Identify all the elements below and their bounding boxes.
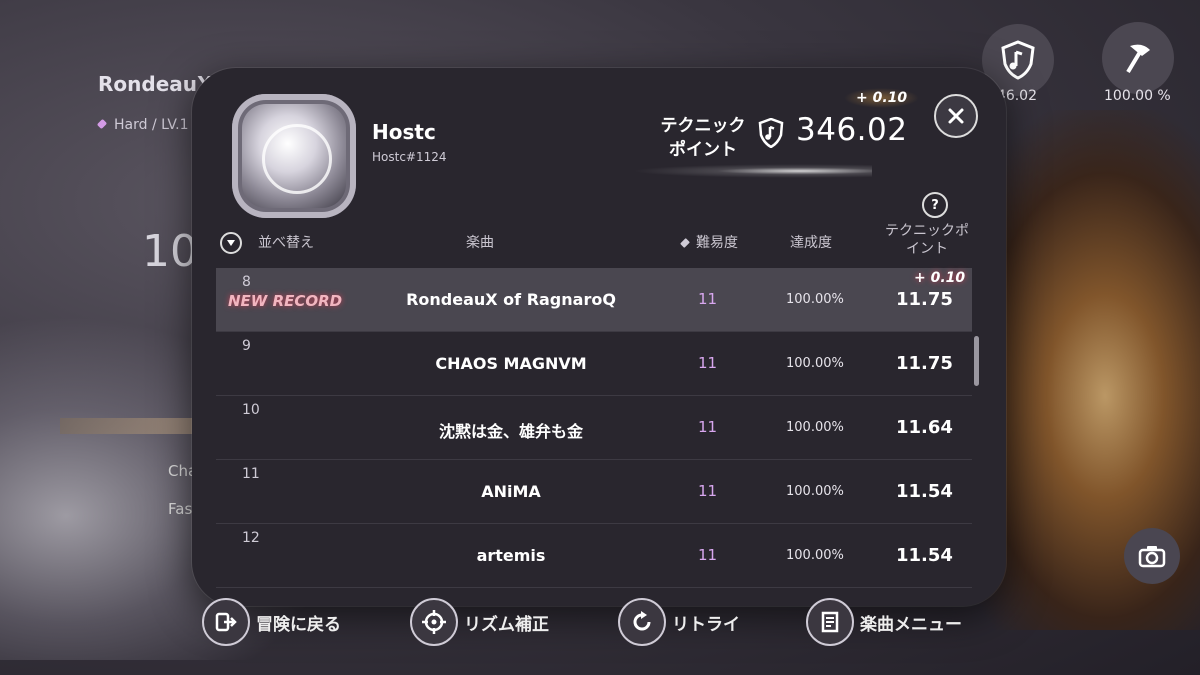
row-difficulty: 11 (698, 354, 718, 372)
background-big-number: 10 (142, 226, 198, 277)
help-button[interactable]: ? (922, 192, 948, 218)
header-technic-point: テクニックポ イント (872, 222, 982, 258)
music-shield-icon (758, 118, 784, 148)
retry-button[interactable]: リトライ (618, 598, 740, 646)
technic-point-glow (632, 164, 872, 178)
header-difficulty-label: 難易度 (696, 235, 738, 251)
background-difficulty: Hard / LV.1 (96, 117, 189, 133)
row-technic-point: 11.64 (896, 417, 953, 438)
table-row[interactable]: 9 CHAOS MAGNVM 11 100.00% 11.75 (216, 332, 972, 396)
rhythm-calibration-label: リズム補正 (464, 614, 549, 635)
header-achievement: 達成度 (790, 235, 832, 251)
row-song: ANiMA (481, 482, 541, 501)
close-icon (948, 108, 964, 124)
background-bar (60, 418, 210, 434)
question-icon: ? (931, 197, 939, 213)
row-rank: 9 (242, 338, 251, 354)
row-rank: 10 (242, 402, 260, 418)
retry-icon (618, 598, 666, 646)
technic-point-label: テクニック ポイント (650, 114, 756, 162)
ranking-list[interactable]: 8 NEW RECORD RondeauX of RagnaroQ 11 100… (216, 268, 972, 588)
camera-button[interactable] (1124, 528, 1180, 584)
new-record-badge: NEW RECORD (228, 292, 343, 310)
achievement-badge[interactable] (1102, 22, 1174, 94)
row-rank: 12 (242, 530, 260, 546)
avatar-emblem (262, 124, 332, 194)
sort-toggle-button[interactable] (220, 232, 242, 254)
camera-icon (1138, 546, 1166, 568)
song-menu-label: 楽曲メニュー (860, 614, 962, 635)
row-rank: 8 (242, 274, 251, 290)
table-row[interactable]: 8 NEW RECORD RondeauX of RagnaroQ 11 100… (216, 268, 972, 332)
row-achievement: 100.00% (786, 420, 844, 435)
difficulty-gem-icon (680, 238, 690, 248)
table-row[interactable]: 11 ANiMA 11 100.00% 11.54 (216, 460, 972, 524)
table-header: 並べ替え 楽曲 難易度 達成度 テクニックポ イント (216, 218, 986, 262)
row-achievement: 100.00% (786, 548, 844, 563)
list-scrollbar[interactable] (974, 336, 979, 386)
row-difficulty: 11 (698, 290, 718, 308)
scroll-icon (806, 598, 854, 646)
header-technic-point-line1: テクニックポ (885, 223, 969, 239)
close-button[interactable] (934, 94, 978, 138)
row-song: artemis (476, 546, 546, 565)
row-difficulty: 11 (698, 418, 718, 436)
difficulty-gem-icon (96, 118, 108, 130)
row-technic-point: 11.54 (896, 481, 953, 502)
achievement-badge-label: 100.00 % (1104, 88, 1171, 104)
header-song: 楽曲 (466, 235, 494, 251)
row-achievement: 100.00% (786, 484, 844, 499)
header-technic-point-line2: イント (906, 241, 948, 257)
chevron-down-icon (227, 240, 235, 246)
background-label-fas: Fas (168, 500, 193, 518)
back-to-adventure-label: 冒険に戻る (256, 614, 341, 635)
row-achievement: 100.00% (786, 356, 844, 371)
row-technic-point: 11.54 (896, 545, 953, 566)
row-difficulty: 11 (698, 482, 718, 500)
rhythm-calibration-button[interactable]: リズム補正 (410, 598, 549, 646)
sort-label[interactable]: 並べ替え (258, 232, 314, 252)
row-technic-point: 11.75 (896, 353, 953, 374)
exit-icon (202, 598, 250, 646)
player-id: Hostc#1124 (372, 150, 447, 164)
row-song: RondeauX of RagnaroQ (406, 290, 616, 309)
row-achievement: 100.00% (786, 292, 844, 307)
background-difficulty-text: Hard / LV.1 (114, 117, 189, 133)
technic-point-label-line2: ポイント (669, 140, 737, 160)
header-difficulty: 難易度 (680, 232, 738, 252)
table-row[interactable]: 12 artemis 11 100.00% 11.54 (216, 524, 972, 588)
song-menu-button[interactable]: 楽曲メニュー (806, 598, 962, 646)
technic-point-label-line1: テクニック (660, 116, 746, 136)
row-tp-delta: + 0.10 (914, 270, 966, 286)
row-song: CHAOS MAGNVM (435, 354, 587, 373)
row-difficulty: 11 (698, 546, 718, 564)
row-technic-point: 11.75 (896, 289, 953, 310)
table-row[interactable]: 10 沈黙は金、雄弁も金 11 100.00% 11.64 (216, 396, 972, 460)
technic-point-delta: + 0.10 (844, 88, 920, 108)
player-name: Hostc (372, 120, 436, 144)
music-shield-icon (1001, 40, 1035, 80)
back-to-adventure-button[interactable]: 冒険に戻る (202, 598, 341, 646)
player-avatar (232, 94, 356, 218)
target-icon (410, 598, 458, 646)
row-song: 沈黙は金、雄弁も金 (438, 422, 583, 441)
retry-label: リトライ (672, 614, 740, 635)
technic-point-modal: Hostc Hostc#1124 + 0.10 テクニック ポイント 346.0… (192, 68, 1006, 606)
axe-icon (1126, 44, 1150, 74)
technic-point-value: 346.02 (796, 112, 908, 148)
row-rank: 11 (242, 466, 260, 482)
